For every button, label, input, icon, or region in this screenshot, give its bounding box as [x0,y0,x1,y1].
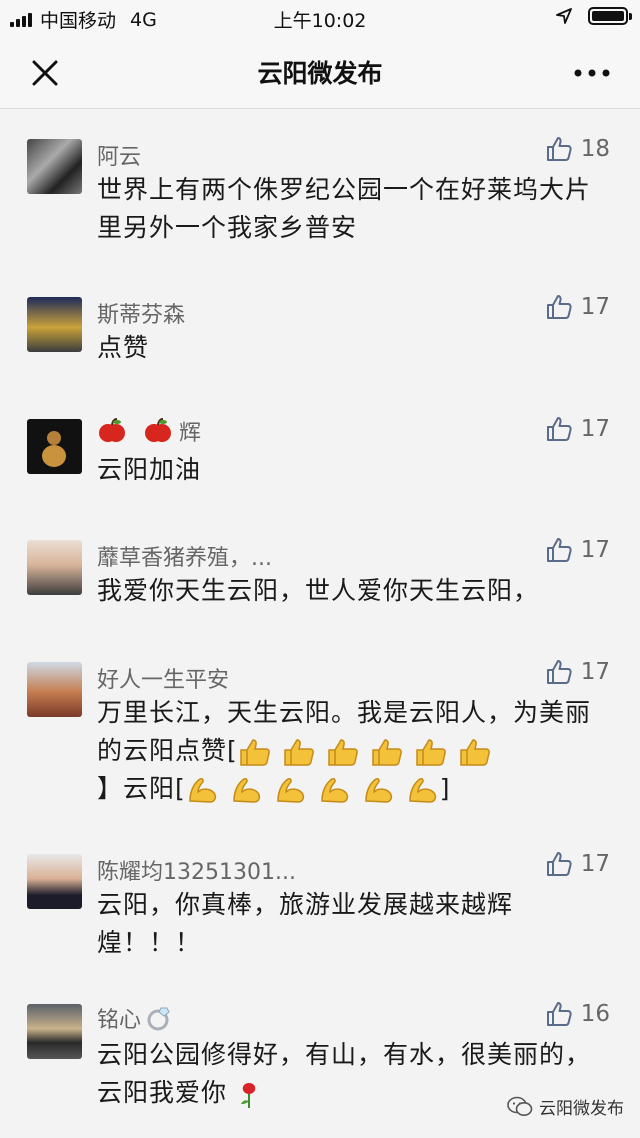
comment-item: 阿云 18 世界上有两个侏罗纪公园一个在好莱坞大片里另外一个我家乡普安 [0,109,640,269]
thumbs-up-emoji-icon [460,739,490,766]
like-count: 17 [580,294,610,320]
avatar[interactable] [27,854,82,909]
apple-emoji-icon [145,418,171,442]
comment-item: 辉 17 云阳加油 [0,391,640,512]
thumbs-up-icon [546,660,572,684]
like-count: 17 [580,537,610,563]
comment-author: 铭心 [97,1002,173,1034]
like-button[interactable]: 17 [545,850,610,878]
location-arrow-icon [556,8,572,24]
watermark: 云阳微发布 [507,1094,624,1119]
comment-author: 蘼草香猪养殖，... [97,546,272,571]
thumbs-up-emoji-icon [240,739,270,766]
avatar[interactable] [27,1004,82,1059]
comment-text: 我爱你天生云阳，世人爱你天生云阳， [97,576,540,605]
comment-author-name: 辉 [179,421,202,446]
status-time: 上午10:02 [273,10,367,32]
comment-author: 陈耀均13251301... [97,860,296,885]
watermark-label: 云阳微发布 [539,1099,624,1119]
avatar[interactable] [27,297,82,352]
page-title: 云阳微发布 [257,59,383,88]
like-button[interactable]: 16 [545,1000,610,1028]
apple-emoji-icon [99,418,125,442]
flexed-biceps-emoji-icon [409,778,436,803]
comment-author: 辉 [97,415,201,447]
comment-text-part: ] [439,774,451,803]
gourd-icon [42,431,66,467]
flexed-biceps-emoji-icon [277,778,304,803]
thumbs-up-emoji-icon [328,739,358,766]
comment-text: 万里长江，天生云阳。我是云阳人，为美丽的云阳点赞[ 】云阳[ ] [97,694,602,808]
wechat-icon [507,1096,533,1116]
comment-text-part: 】云阳[ [97,774,186,803]
like-button[interactable]: 18 [545,135,610,163]
more-icon[interactable] [572,66,612,80]
thumbs-up-icon [546,137,572,161]
muscle-emoji-row [186,775,440,805]
comment-text: 云阳，你真棒，旅游业发展越来越辉煌！！！ [97,890,514,957]
rose-emoji-icon [240,1083,256,1108]
like-count: 16 [580,1001,610,1027]
thumbs-up-icon [546,295,572,319]
nav-bar: 云阳微发布 [0,36,640,109]
thumbs-emoji-row [238,737,492,767]
comment-item: 蘼草香猪养殖，... 17 我爱你天生云阳，世人爱你天生云阳， [0,512,640,634]
flexed-biceps-emoji-icon [189,778,216,803]
comment-text: 点赞 [97,333,150,362]
comment-author-name: 铭心 [97,1008,142,1033]
thumbs-up-icon [546,1002,572,1026]
flexed-biceps-emoji-icon [365,778,392,803]
like-button[interactable]: 17 [545,658,610,686]
comment-author: 阿云 [97,145,142,170]
comment-item: 斯蒂芬森 17 点赞 [0,269,640,391]
comment-item: 陈耀均13251301... 17 云阳，你真棒，旅游业发展越来越辉煌！！！ [0,830,640,990]
comment-item: 好人一生平安 17 万里长江，天生云阳。我是云阳人，为美丽的云阳点赞[ 】云阳[ [0,634,640,830]
comment-author: 好人一生平安 [97,668,230,693]
avatar[interactable] [27,139,82,194]
comment-text: 云阳加油 [97,455,202,484]
thumbs-up-emoji-icon [416,739,446,766]
avatar[interactable] [27,540,82,595]
like-count: 18 [580,136,610,162]
like-button[interactable]: 17 [545,536,610,564]
comment-author: 斯蒂芬森 [97,303,186,328]
battery-icon [588,7,632,25]
status-right [556,7,632,25]
thumbs-up-icon [546,538,572,562]
thumbs-up-emoji-icon [284,739,314,766]
like-button[interactable]: 17 [545,293,610,321]
thumbs-up-emoji-icon [372,739,402,766]
like-button[interactable]: 17 [545,415,610,443]
ring-emoji-icon [147,1007,170,1031]
thumbs-up-icon [546,417,572,441]
avatar[interactable] [27,662,82,717]
avatar[interactable] [27,419,82,474]
like-count: 17 [580,659,610,685]
like-count: 17 [580,851,610,877]
comment-text: 世界上有两个侏罗纪公园一个在好莱坞大片里另外一个我家乡普安 [97,175,592,242]
comment-list: 阿云 18 世界上有两个侏罗纪公园一个在好莱坞大片里另外一个我家乡普安 斯蒂芬森… [0,109,640,1138]
like-count: 17 [580,416,610,442]
status-bar: 中国移动 4G 上午10:02 [0,0,640,36]
flexed-biceps-emoji-icon [321,778,348,803]
flexed-biceps-emoji-icon [233,778,260,803]
thumbs-up-icon [546,852,572,876]
